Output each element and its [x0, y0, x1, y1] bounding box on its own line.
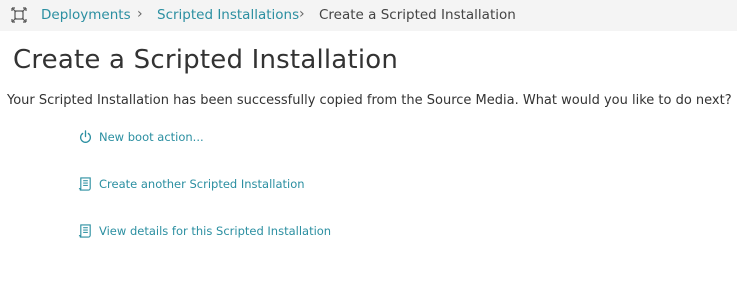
- breadcrumb-deployments-link[interactable]: Deployments: [41, 7, 131, 24]
- new-boot-action-link[interactable]: New boot action...: [78, 129, 204, 145]
- page-title: Create a Scripted Installation: [13, 45, 399, 75]
- breadcrumb-scripted-installations-link[interactable]: Scripted Installations: [157, 7, 299, 24]
- view-scripted-installation-details-link[interactable]: View details for this Scripted Installat…: [78, 223, 331, 239]
- success-message: Your Scripted Installation has been succ…: [7, 93, 732, 108]
- breadcrumb: Deployments › Scripted Installations › C…: [0, 0, 737, 31]
- view-scripted-installation-details-label: View details for this Scripted Installat…: [99, 224, 332, 238]
- create-another-scripted-installation-label: Create another Scripted Installation: [99, 177, 305, 191]
- script-document-icon: [78, 224, 91, 238]
- power-icon: [80, 130, 91, 143]
- breadcrumb-separator: ›: [299, 6, 305, 22]
- breadcrumb-separator: ›: [137, 6, 143, 22]
- new-boot-action-label: New boot action...: [99, 130, 204, 144]
- deployments-home-icon[interactable]: [11, 7, 27, 23]
- script-document-icon: [78, 177, 91, 191]
- breadcrumb-current: Create a Scripted Installation: [319, 7, 516, 23]
- create-another-scripted-installation-link[interactable]: Create another Scripted Installation: [78, 176, 305, 192]
